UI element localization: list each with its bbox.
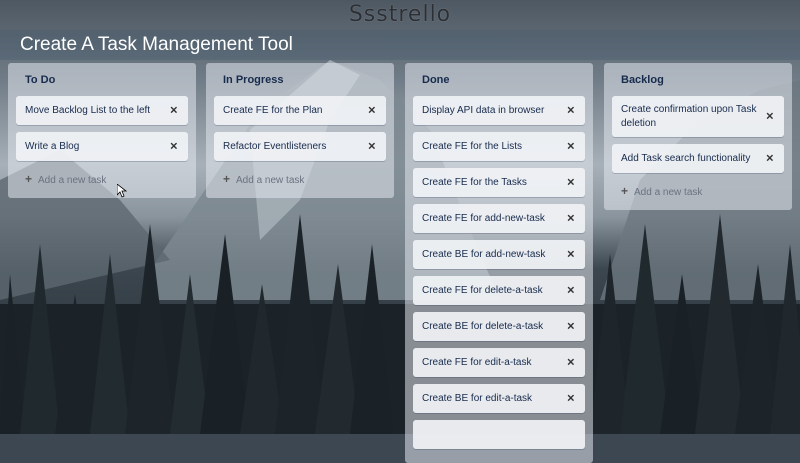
task-card-text: Create BE for delete-a-task [422,320,544,332]
close-icon[interactable]: ✕ [170,105,178,116]
task-card[interactable]: Create FE for delete-a-task ✕ [413,276,585,305]
task-card-text: Write a Blog [25,140,80,152]
task-card[interactable]: Create confirmation upon Task deletion ✕ [612,96,784,137]
list-title: Done [422,74,450,86]
close-icon[interactable]: ✕ [567,177,575,188]
list-to-do: To Do Move Backlog List to the left ✕ Wr… [8,63,196,198]
task-card[interactable]: Create FE for the Plan ✕ [214,96,386,125]
task-card[interactable]: Create BE for delete-a-task ✕ [413,312,585,341]
task-card[interactable]: Create BE for add-new-task ✕ [413,240,585,269]
add-task-button[interactable]: + Add a new task [214,168,386,198]
mouse-pointer-icon [117,184,127,198]
close-icon[interactable]: ✕ [368,105,376,116]
plus-icon: + [223,172,231,186]
app-header: Ssstrello [0,0,800,30]
task-card[interactable]: Create FE for add-new-task ✕ [413,204,585,233]
add-task-label: Add a new task [236,175,305,186]
task-card-text: Create FE for add-new-task [422,212,545,224]
task-card-text: Create FE for edit-a-task [422,356,532,368]
add-task-label: Add a new task [634,187,703,198]
close-icon[interactable]: ✕ [567,249,575,260]
board-title: Create A Task Management Tool [20,34,293,55]
plus-icon: + [25,172,33,186]
task-card[interactable]: Create BE for edit-a-task ✕ [413,384,585,413]
task-card-text: Create FE for delete-a-task [422,284,543,296]
close-icon[interactable]: ✕ [766,153,774,164]
forest-illustration [0,214,800,434]
close-icon[interactable]: ✕ [567,285,575,296]
plus-icon: + [621,184,629,198]
task-card[interactable]: Refactor Eventlisteners ✕ [214,132,386,161]
task-card[interactable]: Move Backlog List to the left ✕ [16,96,188,125]
close-icon[interactable]: ✕ [567,213,575,224]
close-icon[interactable]: ✕ [567,141,575,152]
add-task-button[interactable]: + Add a new task [612,180,784,210]
task-card[interactable]: Create FE for the Lists ✕ [413,132,585,161]
close-icon[interactable]: ✕ [567,321,575,332]
list-in-progress: In Progress Create FE for the Plan ✕ Ref… [206,63,394,198]
task-card-text: Create FE for the Tasks [422,176,527,188]
task-card-text: Display API data in browser [422,104,545,116]
list-done: Done Display API data in browser ✕ Create… [405,63,593,463]
close-icon[interactable]: ✕ [170,141,178,152]
list-title: Backlog [621,74,664,86]
task-card-text: Refactor Eventlisteners [223,140,327,152]
task-card-text: Create BE for edit-a-task [422,392,533,404]
task-card-text: Move Backlog List to the left [25,104,151,116]
task-card-text: Add Task search functionality [621,152,751,164]
list-title: In Progress [223,74,284,86]
close-icon[interactable]: ✕ [567,393,575,404]
task-card[interactable]: Create FE for edit-a-task ✕ [413,348,585,377]
app-logo: Ssstrello [348,2,452,27]
task-card-partial[interactable] [413,420,585,449]
list-title: To Do [25,74,56,86]
task-card[interactable]: Write a Blog ✕ [16,132,188,161]
close-icon[interactable]: ✕ [766,111,774,122]
task-card-text: Create FE for the Plan [223,104,323,116]
add-task-label: Add a new task [38,175,107,186]
task-card-text: Create confirmation upon Task deletion [621,103,757,129]
task-card-text: Create BE for add-new-task [422,248,546,260]
list-backlog: Backlog Create confirmation upon Task de… [604,63,792,210]
task-card[interactable]: Create FE for the Tasks ✕ [413,168,585,197]
task-card-text: Create FE for the Lists [422,140,523,152]
close-icon[interactable]: ✕ [567,105,575,116]
add-task-button[interactable]: + Add a new task [16,168,188,198]
task-card[interactable]: Display API data in browser ✕ [413,96,585,125]
task-card[interactable]: Add Task search functionality ✕ [612,144,784,173]
close-icon[interactable]: ✕ [567,357,575,368]
close-icon[interactable]: ✕ [368,141,376,152]
